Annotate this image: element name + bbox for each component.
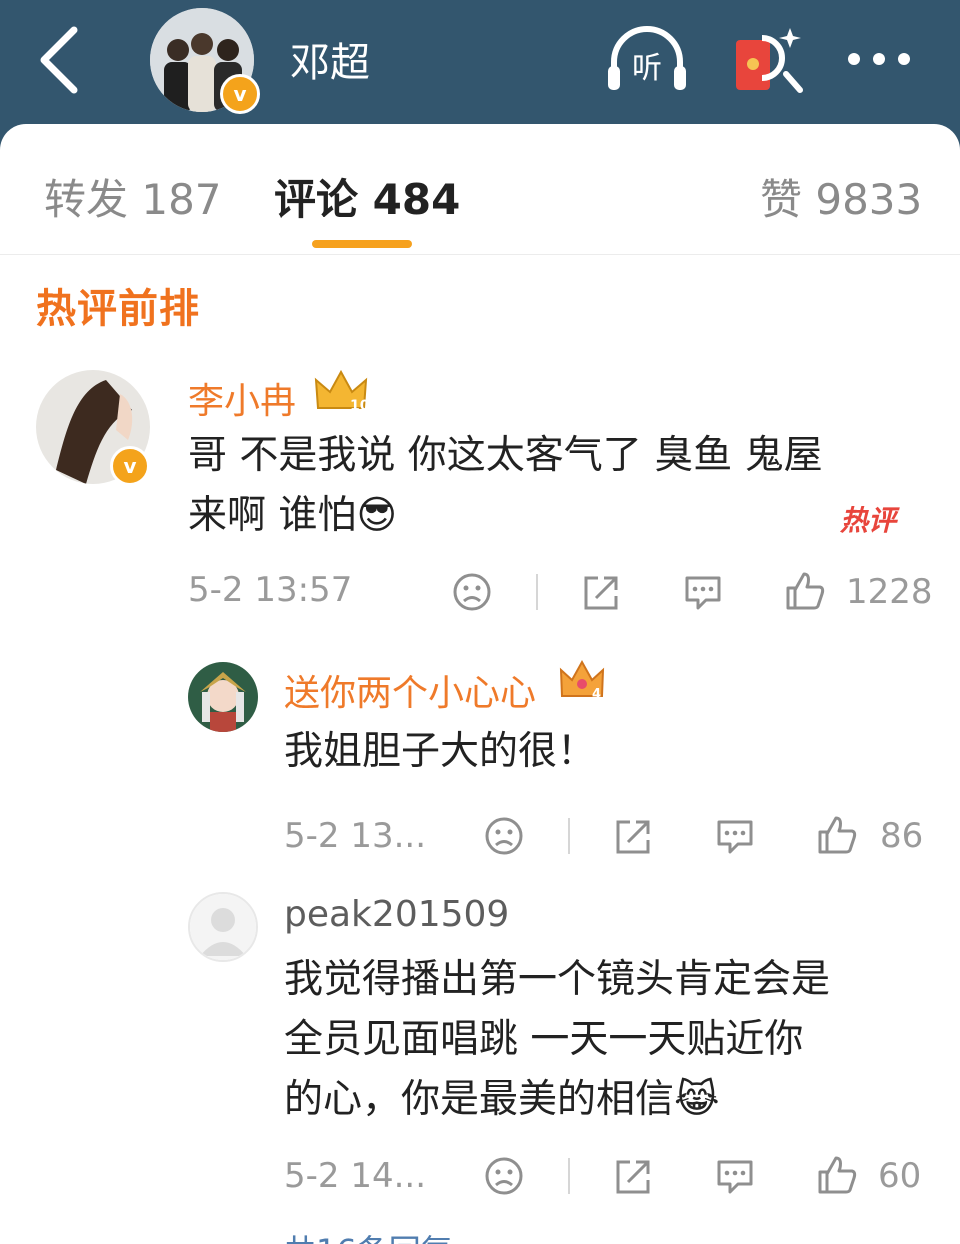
reply-comment-icon[interactable]	[714, 816, 756, 856]
content-panel: 转发 187 评论 484 赞 9833 热评前排 v 李小冉 10 热评 哥 …	[0, 124, 960, 1244]
dislike-face-icon[interactable]	[452, 572, 492, 612]
member-level: 10	[350, 398, 370, 414]
reply-comment-icon[interactable]	[682, 572, 724, 612]
member-crown-icon: 4	[559, 659, 605, 702]
member-level: 4	[592, 687, 601, 702]
view-more-replies-link[interactable]: 共16条回复	[284, 1226, 453, 1244]
verified-badge-icon: v	[220, 74, 260, 114]
like-count: 86	[880, 816, 924, 856]
reply-avatar-default[interactable]	[188, 892, 258, 962]
tab-reposts[interactable]: 转发 187	[44, 166, 222, 227]
tears-of-joy-emoji-icon: 😹	[674, 1077, 720, 1122]
listen-label: 听	[632, 51, 662, 86]
page-title: 邓超	[290, 40, 370, 86]
reply-time: 5-2 13...	[284, 816, 427, 856]
thumbs-up-icon[interactable]	[784, 570, 826, 612]
comment-text: 哥 不是我说 你这太客气了 臭鱼 鬼屋 来啊 谁怕😎	[188, 433, 823, 538]
comment-username[interactable]: 李小冉	[188, 372, 296, 424]
reply-username[interactable]: 送你两个小心心	[284, 664, 536, 716]
divider	[536, 574, 538, 610]
dislike-face-icon[interactable]	[484, 816, 524, 856]
verified-badge-icon: v	[110, 446, 150, 486]
thumbs-up-icon[interactable]	[816, 814, 858, 856]
back-arrow-icon[interactable]	[34, 22, 90, 98]
active-tab-indicator	[312, 240, 412, 248]
reply-avatar[interactable]	[188, 662, 258, 732]
share-icon[interactable]	[612, 1156, 654, 1196]
dislike-face-icon[interactable]	[484, 1156, 524, 1196]
like-count: 1228	[846, 572, 933, 612]
reply-text: 我觉得播出第一个镜头肯定会是 全员见面唱跳 一天一天贴近你 的心，你是最美的相信…	[284, 957, 831, 1122]
divider	[568, 818, 570, 854]
red-packet-search-icon[interactable]	[732, 24, 804, 96]
comment-time: 5-2 13:57	[188, 570, 353, 610]
reply-text: 我姐胆子大的很！	[284, 729, 597, 774]
hot-comments-header: 热评前排	[36, 286, 200, 332]
reply-username[interactable]: peak201509	[284, 894, 509, 935]
like-count: 60	[878, 1156, 922, 1196]
tab-likes[interactable]: 赞 9833	[760, 166, 922, 227]
reply-time: 5-2 14...	[284, 1156, 427, 1196]
top-bar: v 邓超 听	[0, 0, 960, 130]
tab-comments[interactable]: 评论 484	[274, 166, 460, 227]
headphones-icon[interactable]: 听	[606, 24, 688, 94]
tab-bar: 转发 187 评论 484 赞 9833	[0, 124, 960, 255]
share-icon[interactable]	[612, 816, 654, 856]
sunglasses-emoji-icon: 😎	[356, 493, 398, 538]
share-icon[interactable]	[580, 572, 622, 612]
member-crown-icon: 10	[314, 369, 370, 414]
more-options-icon[interactable]	[846, 48, 912, 70]
reply-comment-icon[interactable]	[714, 1156, 756, 1196]
thumbs-up-icon[interactable]	[816, 1154, 858, 1196]
divider	[568, 1158, 570, 1194]
